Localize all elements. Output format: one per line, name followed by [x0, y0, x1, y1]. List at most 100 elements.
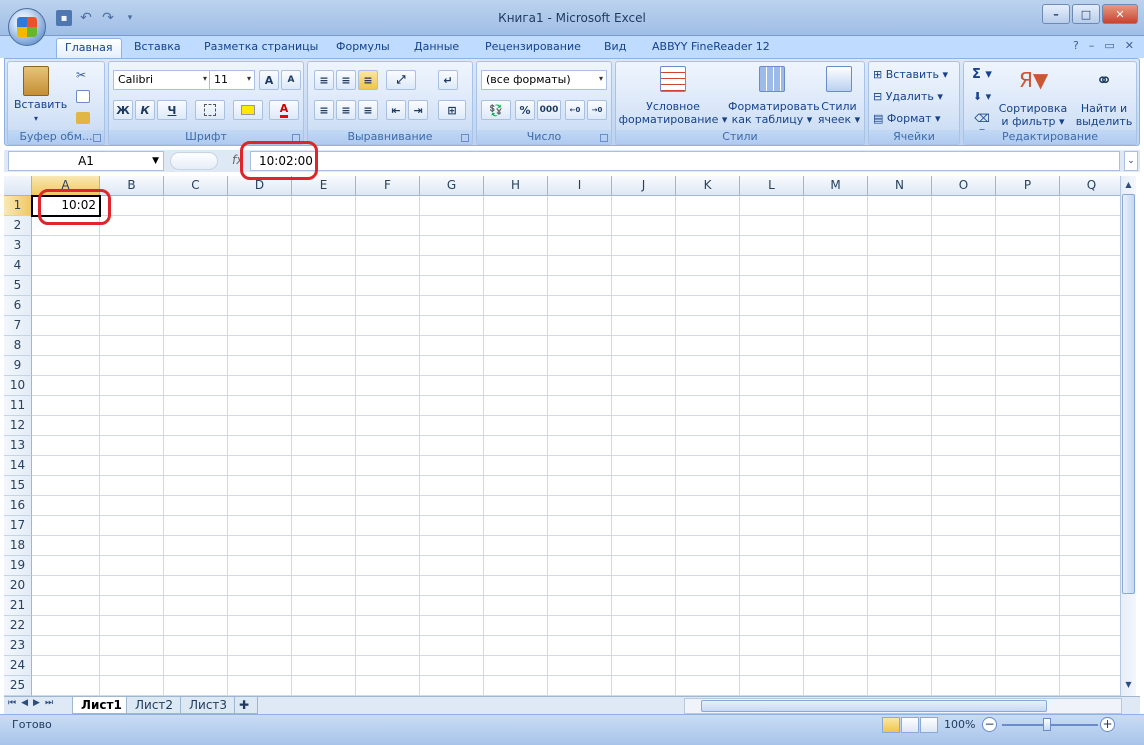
vertical-scrollbar[interactable]: ▲ ▼	[1120, 176, 1136, 696]
thousands-button[interactable]: 000	[537, 100, 561, 120]
sheet-tab-2[interactable]: Лист2	[126, 697, 183, 714]
sort-filter-button[interactable]: Я▼ Сортировка и фильтр ▾	[998, 66, 1068, 128]
decrease-indent-button[interactable]: ⇤	[386, 100, 406, 120]
tab-page-layout[interactable]: Разметка страницы	[204, 38, 318, 58]
doc-close-icon[interactable]: ✕	[1125, 39, 1134, 52]
row-header[interactable]: 1	[4, 196, 32, 216]
paste-button[interactable]: Вставить ▾	[14, 66, 67, 125]
alignment-launcher[interactable]	[461, 134, 469, 142]
format-painter-icon[interactable]	[76, 112, 90, 124]
increase-indent-button[interactable]: ⇥	[408, 100, 428, 120]
worksheet-grid[interactable]: ABCDEFGHIJKLMNOPQ 1 2 3 4 5 6 7 8 9 10 11 12 13 14 15 1…	[4, 176, 1120, 696]
tab-view[interactable]: Вид	[604, 38, 626, 58]
zoom-out-button[interactable]: −	[982, 717, 997, 732]
column-header[interactable]: P	[996, 176, 1060, 196]
row-header[interactable]: 15	[4, 476, 32, 496]
tab-home[interactable]: Главная	[56, 38, 122, 58]
align-left-button[interactable]: ≡	[314, 100, 334, 120]
fill-button[interactable]: ⬇ ▾	[970, 90, 994, 103]
insert-function-button[interactable]: fx	[170, 151, 246, 171]
row-header[interactable]: 7	[4, 316, 32, 336]
align-bottom-button[interactable]: ≡	[358, 70, 378, 90]
column-header[interactable]: L	[740, 176, 804, 196]
horizontal-scroll-thumb[interactable]	[701, 700, 1047, 712]
column-header[interactable]: J	[612, 176, 676, 196]
row-header[interactable]: 14	[4, 456, 32, 476]
font-name-select[interactable]: Calibri ▾	[113, 70, 211, 90]
row-header[interactable]: 19	[4, 556, 32, 576]
maximize-button[interactable]: □	[1072, 4, 1100, 24]
align-top-button[interactable]: ≡	[314, 70, 334, 90]
align-right-button[interactable]: ≡	[358, 100, 378, 120]
insert-sheet-button[interactable]: ✚	[234, 697, 258, 714]
normal-view-button[interactable]	[882, 717, 900, 733]
percent-button[interactable]: %	[515, 100, 535, 120]
column-header[interactable]: M	[804, 176, 868, 196]
page-layout-view-button[interactable]	[901, 717, 919, 733]
underline-button[interactable]: Ч	[157, 100, 187, 120]
column-header[interactable]: F	[356, 176, 420, 196]
expand-formula-bar-button[interactable]: ⌄	[1124, 151, 1138, 171]
insert-cells-button[interactable]: ⊞ Вставить ▾	[873, 68, 959, 81]
name-box[interactable]: A1 ▼	[8, 151, 164, 171]
row-header[interactable]: 18	[4, 536, 32, 556]
column-header[interactable]: C	[164, 176, 228, 196]
row-header[interactable]: 5	[4, 276, 32, 296]
column-header[interactable]: G	[420, 176, 484, 196]
close-button[interactable]: ✕	[1102, 4, 1138, 24]
horizontal-scrollbar[interactable]	[684, 698, 1122, 714]
column-header[interactable]: Q	[1060, 176, 1120, 196]
tab-formulas[interactable]: Формулы	[336, 38, 390, 58]
next-sheet-icon[interactable]: ▶	[33, 698, 40, 708]
shrink-font-button[interactable]: A	[281, 70, 301, 90]
scroll-down-icon[interactable]: ▼	[1122, 678, 1135, 692]
number-launcher[interactable]	[600, 134, 608, 142]
borders-button[interactable]	[195, 100, 225, 120]
delete-cells-button[interactable]: ⊟ Удалить ▾	[873, 90, 959, 103]
tab-insert[interactable]: Вставка	[134, 38, 181, 58]
doc-restore-icon[interactable]: ▭	[1104, 39, 1114, 52]
zoom-level[interactable]: 100%	[944, 718, 975, 731]
merge-cells-button[interactable]: ⊞	[438, 100, 466, 120]
font-size-select[interactable]: 11 ▾	[209, 70, 255, 90]
tab-review[interactable]: Рецензирование	[485, 38, 581, 58]
column-header[interactable]: H	[484, 176, 548, 196]
align-middle-button[interactable]: ≡	[336, 70, 356, 90]
bold-button[interactable]: Ж	[113, 100, 133, 120]
autosum-button[interactable]: Σ ▾	[970, 68, 994, 81]
formula-input[interactable]: 10:02:00	[250, 151, 1120, 171]
sheet-tab-1[interactable]: Лист1	[72, 697, 131, 714]
row-header[interactable]: 6	[4, 296, 32, 316]
first-sheet-icon[interactable]: ⏮	[8, 698, 16, 708]
column-header[interactable]: I	[548, 176, 612, 196]
zoom-slider-thumb[interactable]	[1043, 718, 1051, 731]
row-header[interactable]: 13	[4, 436, 32, 456]
font-color-button[interactable]: A	[269, 100, 299, 120]
cut-icon[interactable]: ✂	[76, 68, 90, 82]
vertical-scroll-thumb[interactable]	[1122, 194, 1135, 594]
cell-styles-button[interactable]: Стили ячеек ▾	[816, 66, 862, 126]
row-header[interactable]: 9	[4, 356, 32, 376]
last-sheet-icon[interactable]: ⏭	[45, 698, 53, 708]
page-break-view-button[interactable]	[920, 717, 938, 733]
row-header[interactable]: 2	[4, 216, 32, 236]
tab-abbyy[interactable]: ABBYY FineReader 12	[652, 38, 770, 58]
office-button[interactable]	[8, 8, 46, 46]
row-header[interactable]: 4	[4, 256, 32, 276]
row-header[interactable]: 22	[4, 616, 32, 636]
row-header[interactable]: 3	[4, 236, 32, 256]
decrease-decimal-button[interactable]: →0	[587, 100, 607, 120]
row-header[interactable]: 11	[4, 396, 32, 416]
row-header[interactable]: 23	[4, 636, 32, 656]
clipboard-launcher[interactable]	[93, 134, 101, 142]
grow-font-button[interactable]: A	[259, 70, 279, 90]
align-center-button[interactable]: ≡	[336, 100, 356, 120]
format-cells-button[interactable]: ▤ Формат ▾	[873, 112, 959, 125]
currency-button[interactable]: 💱	[481, 100, 511, 120]
row-header[interactable]: 21	[4, 596, 32, 616]
select-all-corner[interactable]	[4, 176, 32, 196]
row-header[interactable]: 25	[4, 676, 32, 696]
row-header[interactable]: 10	[4, 376, 32, 396]
copy-icon[interactable]	[76, 90, 90, 103]
zoom-in-button[interactable]: +	[1100, 717, 1115, 732]
